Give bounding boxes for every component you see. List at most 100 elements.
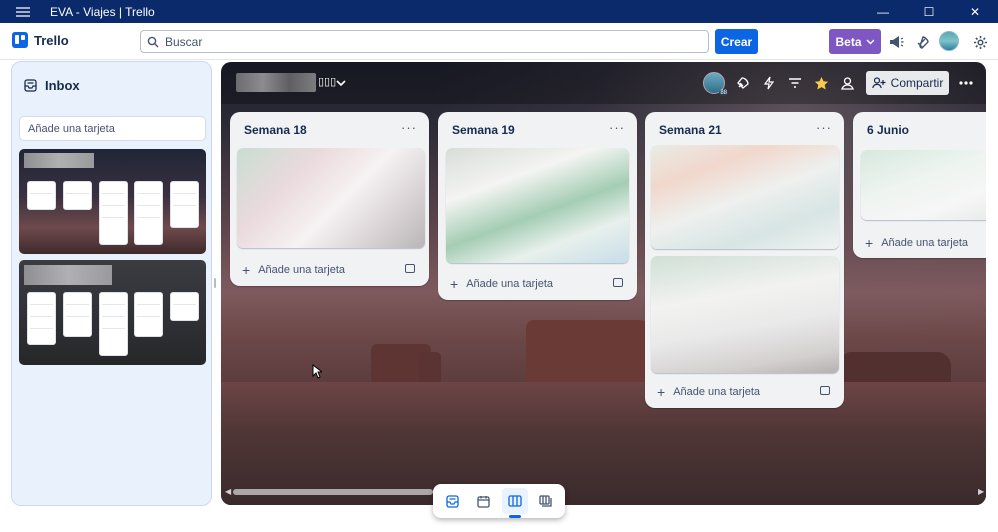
board-icon: [507, 495, 522, 507]
card-blurred[interactable]: [861, 150, 986, 220]
inbox-view-button[interactable]: [440, 488, 466, 514]
add-card-label: Añade una tarjeta: [881, 237, 969, 249]
mini-list: [27, 181, 56, 210]
inbox-board-thumbnail[interactable]: [19, 149, 206, 254]
board-view-button[interactable]: [501, 488, 528, 518]
calendar-icon: [477, 495, 490, 508]
inbox-title: Inbox: [45, 78, 80, 93]
list-semana-21: Semana 21 ··· + Añade una tarjeta: [645, 112, 844, 408]
background-ground: [221, 382, 986, 505]
switch-boards-icon: [538, 495, 552, 507]
view-switcher: [433, 484, 565, 518]
trello-logo-icon: [12, 32, 28, 48]
inbox-panel: Inbox Añade una tarjeta: [11, 61, 212, 506]
add-card-button[interactable]: + Añade una tarjeta: [865, 235, 968, 251]
switch-boards-button[interactable]: [533, 488, 559, 514]
mini-list: [99, 292, 128, 356]
window-titlebar: EVA - Viajes | Trello — ☐ ✕: [0, 0, 998, 23]
plus-icon: +: [242, 262, 251, 278]
list-menu-icon[interactable]: ···: [816, 120, 832, 135]
more-options-icon[interactable]: [956, 73, 976, 93]
card-blurred[interactable]: [237, 148, 425, 248]
add-card-button[interactable]: + Añade una tarjeta: [657, 384, 760, 400]
background-mesa: [526, 320, 651, 390]
card-template-icon[interactable]: [613, 278, 623, 287]
inbox-header: Inbox: [24, 78, 80, 93]
list-semana-18: Semana 18 ··· + Añade una tarjeta: [230, 112, 429, 286]
chevron-down-icon[interactable]: [336, 74, 346, 92]
workspace-visibility-icon[interactable]: [837, 73, 857, 93]
mini-list: [99, 181, 128, 245]
list-menu-icon[interactable]: ···: [609, 120, 625, 135]
inbox-icon: [24, 79, 37, 92]
board-horizontal-scrollbar[interactable]: [233, 489, 433, 495]
add-card-label: Añade una tarjeta: [466, 278, 554, 290]
card-blurred[interactable]: [446, 148, 629, 263]
chevron-down-icon: [866, 39, 874, 44]
mini-list: [134, 181, 163, 245]
thumbnail-title-blurred: [24, 153, 94, 168]
card-blurred[interactable]: [651, 145, 839, 249]
trello-logo[interactable]: Trello: [12, 32, 69, 48]
share-button[interactable]: Compartir: [866, 71, 949, 95]
hamburger-menu-icon[interactable]: [0, 6, 46, 17]
panel-resize-handle[interactable]: [214, 278, 216, 288]
share-label: Compartir: [890, 76, 944, 90]
star-icon[interactable]: [811, 73, 831, 93]
member-avatar[interactable]: 88: [703, 72, 728, 96]
app-header: Trello Buscar Crear Beta: [0, 23, 998, 60]
avatar-badge: 88: [719, 90, 728, 96]
mini-list: [134, 292, 163, 337]
close-button[interactable]: ✕: [952, 0, 998, 23]
card-template-icon[interactable]: [405, 264, 415, 273]
list-title[interactable]: 6 Junio: [867, 123, 909, 137]
user-avatar[interactable]: [939, 31, 959, 51]
planner-view-button[interactable]: [471, 488, 497, 514]
minimize-button[interactable]: —: [860, 0, 906, 23]
board-title-blurred[interactable]: [236, 73, 316, 92]
list-menu-icon[interactable]: ···: [401, 120, 417, 135]
add-person-icon: [871, 77, 886, 89]
app-name: Trello: [34, 32, 69, 48]
list-title[interactable]: Semana 19: [452, 123, 515, 137]
thumbnail-title-blurred: [24, 265, 112, 285]
search-placeholder: Buscar: [165, 34, 203, 49]
inbox-add-card-input[interactable]: Añade una tarjeta: [19, 116, 206, 141]
mini-list: [170, 181, 199, 228]
maximize-button[interactable]: ☐: [906, 0, 952, 23]
create-button[interactable]: Crear: [715, 29, 758, 54]
automation-lightning-icon[interactable]: [759, 73, 779, 93]
add-card-label: Añade una tarjeta: [673, 386, 761, 398]
powerups-rocket-icon[interactable]: [733, 73, 753, 93]
beta-label: Beta: [835, 34, 862, 49]
notifications-icon[interactable]: [912, 32, 932, 52]
add-card-button[interactable]: + Añade una tarjeta: [242, 262, 345, 278]
inbox-icon: [446, 494, 459, 508]
filter-icon[interactable]: [785, 73, 805, 93]
list-title[interactable]: Semana 21: [659, 123, 722, 137]
list-6-junio: 6 Junio + Añade una tarjeta: [853, 112, 986, 258]
mini-list: [27, 292, 56, 345]
search-icon: [147, 36, 159, 47]
beta-button[interactable]: Beta: [829, 29, 881, 54]
scroll-right-arrow[interactable]: ▶: [978, 487, 984, 496]
list-title[interactable]: Semana 18: [244, 123, 307, 137]
scroll-left-arrow[interactable]: ◀: [225, 487, 231, 496]
search-input[interactable]: Buscar: [140, 30, 709, 53]
megaphone-icon[interactable]: [886, 32, 906, 52]
card-blurred[interactable]: [651, 256, 839, 373]
mini-list: [63, 181, 92, 210]
board-header: ▯▯▯ 88 Compartir: [221, 62, 986, 104]
add-card-button[interactable]: + Añade una tarjeta: [450, 276, 553, 292]
board-visibility-icon[interactable]: ▯▯▯: [318, 75, 336, 88]
mini-list: [170, 292, 199, 321]
card-template-icon[interactable]: [820, 386, 830, 395]
list-semana-19: Semana 19 ··· + Añade una tarjeta: [438, 112, 637, 300]
mini-list: [63, 292, 92, 337]
add-card-label: Añade una tarjeta: [258, 264, 346, 276]
plus-icon: +: [865, 235, 874, 251]
plus-icon: +: [450, 276, 459, 292]
window-title: EVA - Viajes | Trello: [50, 4, 155, 19]
settings-gear-icon[interactable]: [970, 32, 990, 52]
inbox-board-thumbnail[interactable]: [19, 260, 206, 365]
